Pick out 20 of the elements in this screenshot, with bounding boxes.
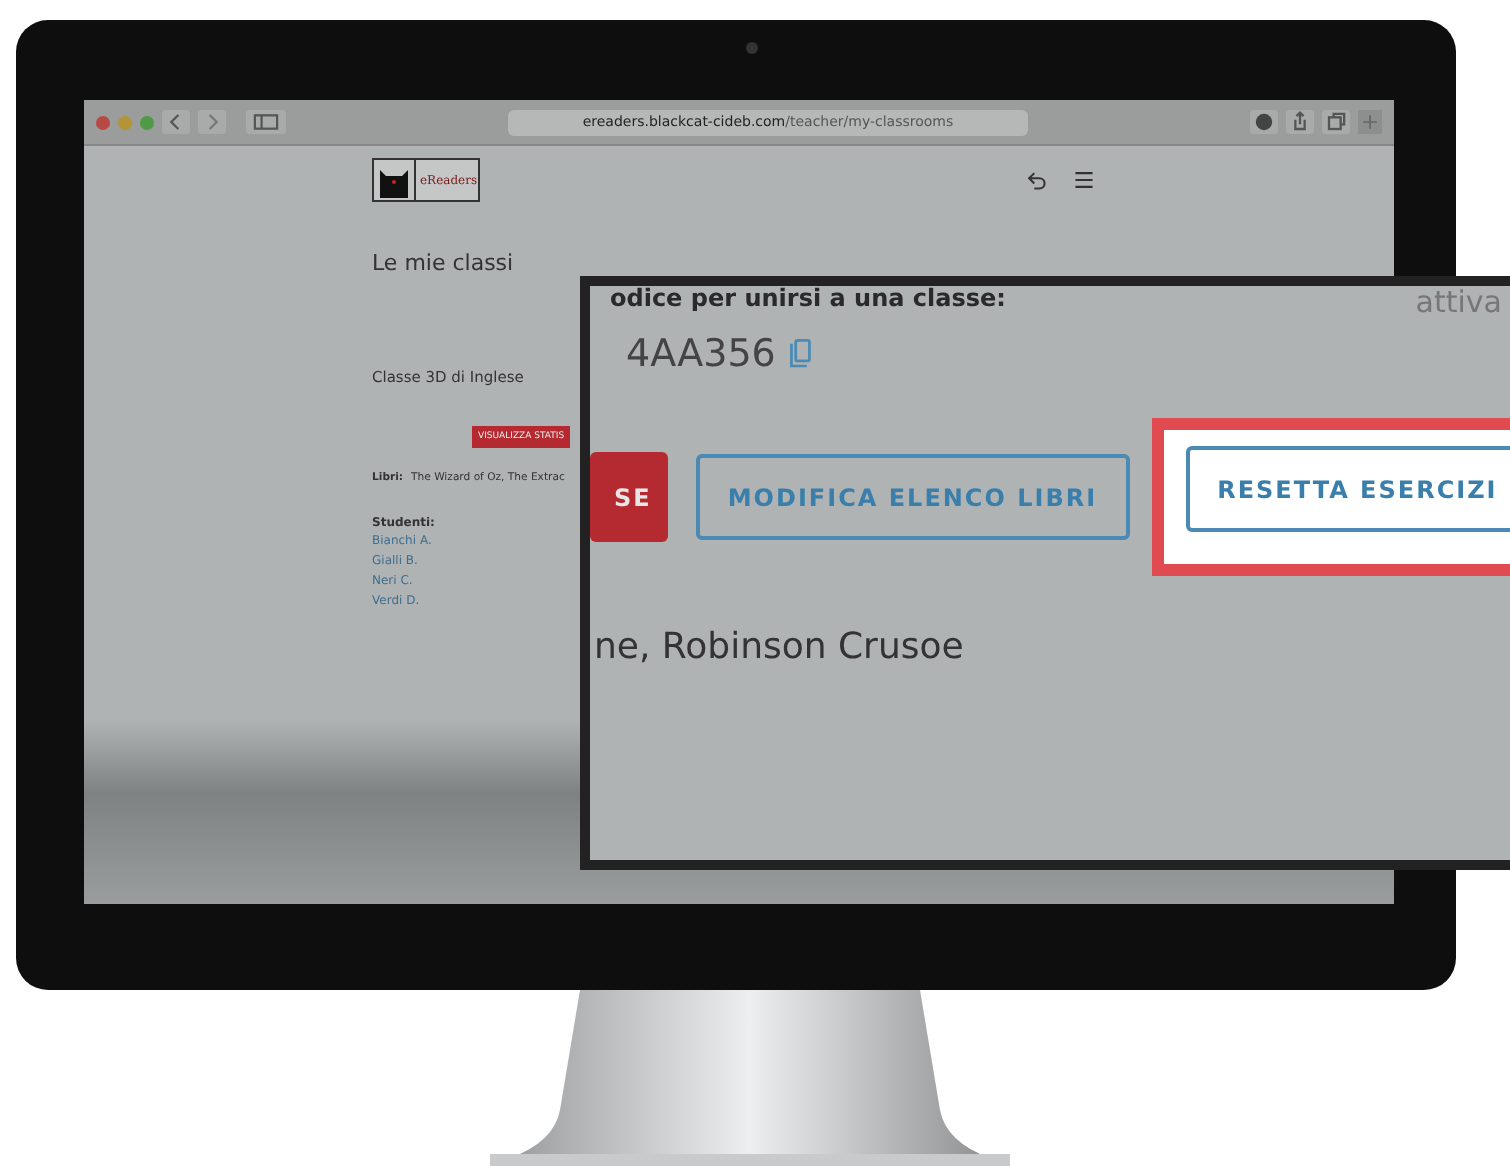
forward-icon[interactable] (198, 110, 226, 134)
undo-icon[interactable] (1024, 168, 1048, 192)
page-heading: Le mie classi (372, 250, 516, 276)
status-text: attiva (1415, 286, 1502, 318)
share-icon[interactable] (1286, 110, 1314, 134)
cat-icon (374, 160, 416, 200)
back-icon[interactable] (162, 110, 190, 134)
copy-icon[interactable] (787, 338, 812, 370)
action-button[interactable]: SE (590, 452, 668, 542)
tabs-icon[interactable] (1322, 110, 1350, 134)
code-label: odice per unirsi a una classe: (610, 286, 1006, 312)
download-icon[interactable] (1250, 110, 1278, 134)
new-tab-icon[interactable] (1358, 108, 1382, 136)
class-code: 4AA356 (626, 332, 776, 376)
camera-icon (746, 42, 758, 54)
menu-icon[interactable] (1072, 168, 1096, 192)
close-icon[interactable] (96, 115, 110, 129)
books-list: ne, Robinson Crusoe (594, 626, 964, 668)
sidebar-icon[interactable] (246, 110, 286, 134)
action-button[interactable]: RESETTA ESERCIZI (1185, 446, 1510, 532)
